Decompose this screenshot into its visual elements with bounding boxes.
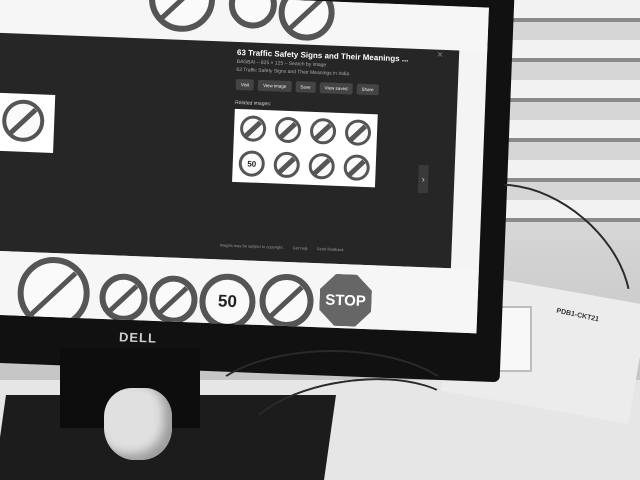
prohibition-sign-icon[interactable] — [258, 272, 315, 330]
visit-button[interactable]: Visit — [235, 78, 255, 91]
stop-sign[interactable]: STOP — [319, 273, 373, 327]
speed-limit-sign[interactable]: 50 — [198, 272, 257, 331]
send-feedback-link[interactable]: Send feedback — [317, 246, 344, 252]
no-horn-sign-icon[interactable] — [98, 272, 149, 323]
prohibition-sign-icon[interactable] — [147, 0, 217, 34]
monitor-bezel: × › 63 Traffic Safety Signs and Their Me… — [0, 0, 515, 383]
no-parking-sign-icon — [344, 119, 372, 147]
no-right-turn-sign-icon — [308, 152, 336, 180]
no-overtaking-sign-icon — [1, 98, 46, 143]
related-image-thumb[interactable] — [271, 113, 305, 147]
no-u-turn-sign-icon — [274, 116, 302, 144]
no-overtaking-sign-icon[interactable] — [148, 274, 199, 325]
monitor-screen: × › 63 Traffic Safety Signs and Their Me… — [0, 0, 489, 334]
save-button[interactable]: Save — [295, 81, 316, 93]
photo-scene: PDB1-CKT21 × › 63 Traffic Safety Signs a… — [0, 0, 640, 480]
speed-limit-sign: 50 — [238, 150, 266, 178]
related-image-thumb[interactable] — [270, 148, 304, 182]
no-overtaking-sign-icon — [239, 115, 267, 143]
image-actions: Visit View image Save View saved Share — [235, 78, 446, 98]
share-button[interactable]: Share — [356, 83, 379, 96]
copyright-notice: Images may be subject to copyright. — [219, 242, 284, 250]
related-image-thumb[interactable] — [236, 111, 270, 146]
ganesha-figurine — [104, 388, 172, 460]
no-horn-sign-icon[interactable] — [277, 0, 336, 42]
related-image-thumb[interactable] — [340, 151, 374, 185]
image-detail-pane: 63 Traffic Safety Signs and Their Meanin… — [220, 48, 447, 261]
view-saved-button[interactable]: View saved — [319, 82, 353, 95]
related-image-thumb[interactable] — [305, 149, 339, 183]
monitor-brand-logo: DELL — [118, 329, 158, 346]
related-images-grid: 50 — [232, 108, 378, 188]
image-footer: Images may be subject to copyright. Get … — [220, 242, 352, 252]
get-help-link[interactable]: Get help — [293, 245, 308, 251]
no-overtaking-sign-icon[interactable] — [227, 0, 278, 30]
no-overtaking-sign-icon — [273, 151, 301, 179]
related-image-thumb[interactable] — [341, 116, 375, 150]
related-image-thumb[interactable]: 50 — [235, 146, 269, 181]
no-overtaking-sign-icon — [309, 117, 337, 145]
selected-image-preview[interactable] — [0, 92, 56, 153]
related-image-thumb[interactable] — [306, 114, 340, 148]
no-entry-sign-icon — [343, 154, 371, 182]
view-image-button[interactable]: View image — [257, 79, 292, 93]
no-horn-sign-icon[interactable] — [16, 255, 92, 331]
